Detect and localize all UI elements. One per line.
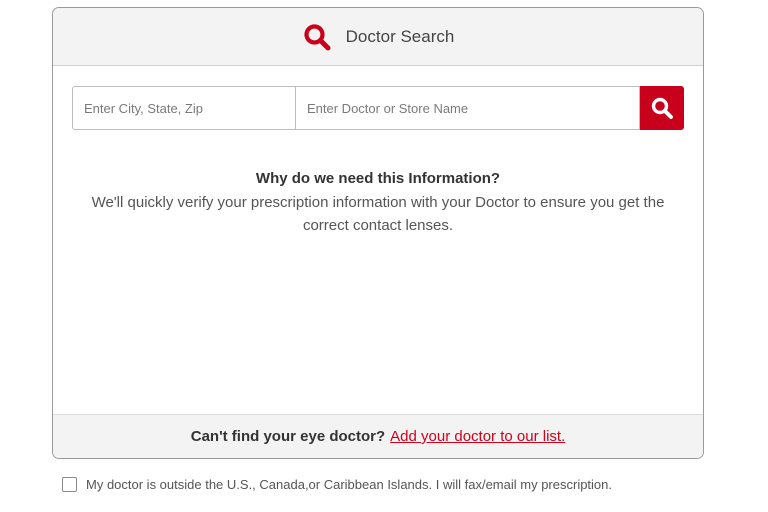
search-icon — [302, 22, 332, 52]
panel-footer: Can't find your eye doctor? Add your doc… — [53, 414, 703, 458]
search-button[interactable] — [640, 86, 684, 130]
outside-us-option: My doctor is outside the U.S., Canada,or… — [62, 477, 612, 492]
page-title: Doctor Search — [345, 26, 455, 46]
doctor-search-panel: Doctor Search Why do we need this Inform… — [52, 7, 704, 459]
info-section: Why do we need this Information? We'll q… — [53, 169, 703, 237]
location-input[interactable] — [72, 86, 296, 130]
search-icon — [651, 97, 673, 119]
doctor-name-input[interactable] — [296, 86, 640, 130]
search-row — [72, 86, 684, 130]
info-heading: Why do we need this Information? — [255, 170, 501, 187]
outside-us-checkbox[interactable] — [62, 477, 77, 492]
add-doctor-link[interactable]: Add your doctor to our list. — [390, 428, 565, 445]
panel-header: Doctor Search — [53, 8, 703, 66]
outside-us-label[interactable]: My doctor is outside the U.S., Canada,or… — [86, 477, 612, 492]
info-body: We'll quickly verify your prescription i… — [91, 194, 665, 234]
footer-text: Can't find your eye doctor? — [190, 428, 386, 445]
